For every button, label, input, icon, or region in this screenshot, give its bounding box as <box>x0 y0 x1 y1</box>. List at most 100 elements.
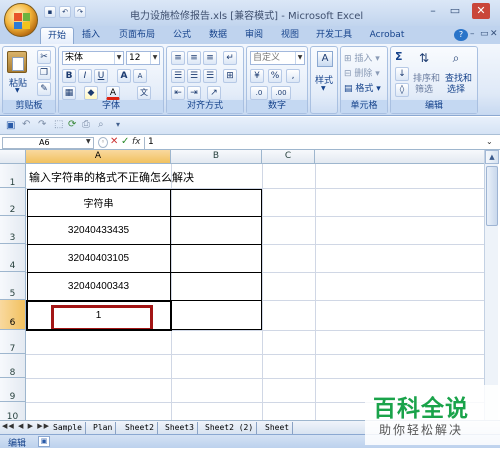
sheet-nav-icons[interactable]: ◀◀ ◀ ▶ ▶▶ <box>2 422 50 430</box>
cell-a2[interactable]: 字符串 <box>27 189 170 216</box>
bold-button[interactable]: B <box>62 69 76 83</box>
phonetic-button[interactable]: 文 <box>137 86 151 100</box>
autosum-button[interactable]: Σ <box>395 50 403 63</box>
row-header-10[interactable]: 10 <box>0 402 26 422</box>
cut-icon[interactable]: ✂ <box>37 50 51 64</box>
shrink-font-button[interactable]: A <box>133 69 147 83</box>
select-all-corner[interactable] <box>0 150 26 164</box>
row-header-9[interactable]: 9 <box>0 378 26 402</box>
tab-acrobat[interactable]: Acrobat <box>366 27 408 44</box>
cell-a3[interactable]: 32040433435 <box>27 217 170 244</box>
row-header-6[interactable]: 6 <box>0 300 26 330</box>
align-left-icon[interactable]: ☰ <box>171 69 185 83</box>
print-icon[interactable]: ⎙ <box>82 119 90 130</box>
comma-button[interactable]: , <box>286 69 300 83</box>
number-format-select[interactable]: 自定义 ▼ <box>250 51 305 65</box>
wrap-text-icon[interactable]: ↵ <box>223 51 237 65</box>
row-header-5[interactable]: 5 <box>0 272 26 300</box>
redo-icon[interactable]: ↷ <box>74 6 86 18</box>
column-header-c[interactable]: C <box>262 150 315 164</box>
tab-formulas[interactable]: 公式 <box>168 27 196 44</box>
minimize-button[interactable]: – <box>424 3 442 19</box>
column-header-a[interactable]: A <box>26 150 171 164</box>
font-name-select[interactable]: 宋体 ▼ <box>62 51 124 65</box>
macro-record-icon[interactable]: ▣ <box>38 436 50 447</box>
font-color-button[interactable]: A <box>106 86 120 100</box>
tab-home[interactable]: 开始 <box>40 27 74 44</box>
maximize-button[interactable]: ▭ <box>446 3 464 19</box>
cell-a1[interactable]: 输入字符串的格式不正确怎么解决 <box>29 166 279 188</box>
undo-icon[interactable]: ↶ <box>59 6 71 18</box>
help-icon[interactable]: ? <box>454 29 468 41</box>
tab-insert[interactable]: 插入 <box>76 27 106 44</box>
row-header-2[interactable]: 2 <box>0 188 26 216</box>
percent-button[interactable]: % <box>268 69 282 83</box>
cell-a5[interactable]: 32040400343 <box>27 273 170 300</box>
insert-cells-button[interactable]: ⊞ 插入 ▾ <box>344 51 380 64</box>
border-icon[interactable]: ▦ <box>62 86 76 100</box>
tab-developer[interactable]: 开发工具 <box>312 27 356 44</box>
ribbon-restore-icon[interactable]: ▭ <box>480 29 489 39</box>
align-right-icon[interactable]: ☰ <box>203 69 217 83</box>
row-header-1[interactable]: 1 <box>0 164 26 188</box>
preview-icon[interactable]: ⌕ <box>98 119 104 130</box>
row-header-7[interactable]: 7 <box>0 330 26 354</box>
sheet-tab-sample[interactable]: Sample <box>50 422 86 434</box>
column-header-b[interactable]: B <box>171 150 262 164</box>
sheet-tab-sheet2-2[interactable]: Sheet2 (2) <box>202 422 258 434</box>
cancel-icon[interactable]: ✕ <box>110 136 118 147</box>
scroll-thumb[interactable] <box>486 166 498 226</box>
align-top-icon[interactable]: ≡ <box>171 51 185 65</box>
clear-icon[interactable]: ◊ <box>395 83 409 97</box>
cell-a4[interactable]: 32040403105 <box>27 245 170 272</box>
row-header-8[interactable]: 8 <box>0 354 26 378</box>
decrease-indent-icon[interactable]: ⇤ <box>171 86 185 100</box>
customize-qat-icon[interactable]: ▾ <box>116 120 120 129</box>
copy-icon[interactable]: ❐ <box>37 66 51 80</box>
scroll-up-icon[interactable]: ▲ <box>485 150 499 164</box>
styles-icon[interactable]: A <box>317 51 333 67</box>
tab-data[interactable]: 数据 <box>204 27 232 44</box>
align-center-icon[interactable]: ☰ <box>187 69 201 83</box>
styles-dropdown-icon[interactable]: ▼ <box>321 85 326 92</box>
vertical-scrollbar[interactable]: ▲ <box>484 150 499 420</box>
align-middle-icon[interactable]: ≡ <box>187 51 201 65</box>
row-header-4[interactable]: 4 <box>0 244 26 272</box>
name-box-dropdown-icon[interactable]: ▼ <box>86 138 91 145</box>
enter-icon[interactable]: ✓ <box>121 136 129 147</box>
save-icon[interactable]: ▪ <box>44 6 56 18</box>
fill-color-icon[interactable]: ◆ <box>84 86 98 100</box>
new-icon[interactable]: ⬚ <box>54 119 63 130</box>
sheet-tab-sheet2[interactable]: Sheet2 <box>122 422 158 434</box>
find-select-icon[interactable]: ⌕ <box>447 51 465 67</box>
formula-expand-icon[interactable]: ⌄ <box>486 137 493 146</box>
merge-cells-icon[interactable]: ⊞ <box>223 69 237 83</box>
paste-icon[interactable] <box>7 51 27 73</box>
save-icon[interactable]: ▣ <box>6 120 15 131</box>
sheet-tab-plan[interactable]: Plan <box>90 422 117 434</box>
italic-button[interactable]: I <box>78 69 92 83</box>
name-box[interactable]: A6 <box>2 137 94 149</box>
decrease-decimal-button[interactable]: .00 <box>271 86 291 100</box>
fill-icon[interactable]: ↓ <box>395 67 409 81</box>
tab-page-layout[interactable]: 页面布局 <box>112 27 162 44</box>
grow-font-button[interactable]: A <box>117 69 131 83</box>
office-button[interactable] <box>4 3 38 37</box>
sheet-tab-sheet3[interactable]: Sheet3 <box>162 422 198 434</box>
worksheet-grid[interactable]: A B C 1 2 3 4 5 6 7 8 9 10 输入字符串的格式不正确怎么… <box>0 150 500 422</box>
ribbon-minimize-icon[interactable]: – <box>470 29 475 39</box>
redo-icon[interactable]: ↷ <box>38 119 46 130</box>
underline-button[interactable]: U <box>94 69 108 83</box>
undo-icon[interactable]: ↶ <box>22 119 30 130</box>
sort-filter-icon[interactable]: ⇅ <box>415 51 433 67</box>
increase-decimal-button[interactable]: .0 <box>250 86 268 100</box>
sheet-tab-sheet[interactable]: Sheet <box>262 422 294 434</box>
close-button[interactable]: ✕ <box>472 3 490 19</box>
expand-icon[interactable]: ◦ <box>98 137 108 148</box>
align-bottom-icon[interactable]: ≡ <box>203 51 217 65</box>
increase-indent-icon[interactable]: ⇥ <box>187 86 201 100</box>
delete-cells-button[interactable]: ⊟ 删除 ▾ <box>344 66 380 79</box>
row-header-3[interactable]: 3 <box>0 216 26 244</box>
currency-icon[interactable]: ¥ <box>250 69 264 83</box>
tab-review[interactable]: 审阅 <box>240 27 268 44</box>
